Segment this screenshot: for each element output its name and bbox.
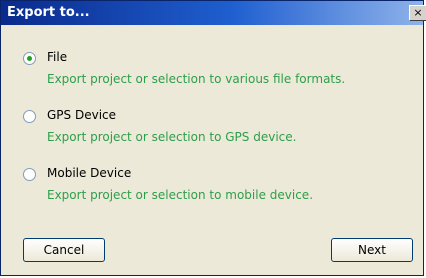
- close-button[interactable]: ×: [409, 5, 426, 21]
- cancel-button[interactable]: Cancel: [23, 238, 105, 262]
- dialog-content: File Export project or selection to vari…: [1, 25, 423, 275]
- radio-unselected-icon[interactable]: [23, 110, 36, 123]
- option-gps-device-description: Export project or selection to GPS devic…: [47, 130, 297, 144]
- option-mobile-device-description: Export project or selection to mobile de…: [47, 188, 314, 202]
- option-file-label[interactable]: File: [47, 50, 67, 64]
- window-title: Export to...: [7, 5, 90, 20]
- option-mobile-device-label[interactable]: Mobile Device: [47, 166, 131, 180]
- radio-unselected-icon[interactable]: [23, 168, 36, 181]
- option-file-description: Export project or selection to various f…: [47, 72, 346, 86]
- option-gps-device-label[interactable]: GPS Device: [47, 108, 116, 122]
- radio-dot: [27, 56, 32, 61]
- radio-selected-icon[interactable]: [23, 52, 36, 65]
- title-bar: Export to... ×: [1, 1, 426, 25]
- close-icon: ×: [413, 6, 423, 19]
- next-button[interactable]: Next: [331, 238, 413, 262]
- export-dialog: Export to... × File Export project or se…: [0, 0, 426, 276]
